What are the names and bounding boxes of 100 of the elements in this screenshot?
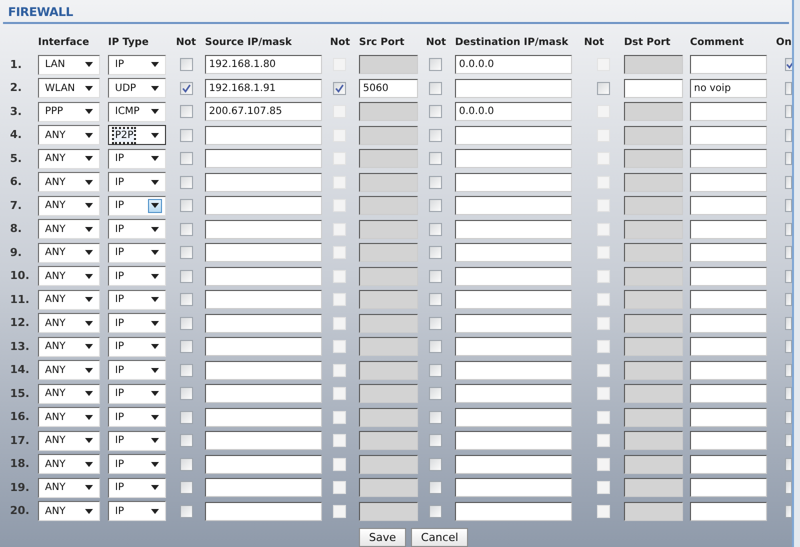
dropdown[interactable]: IP <box>108 290 166 310</box>
checkbox[interactable] <box>785 316 792 330</box>
checkbox[interactable] <box>180 504 193 518</box>
checkbox[interactable] <box>785 82 792 95</box>
input-field[interactable] <box>455 290 572 310</box>
checkbox[interactable] <box>429 293 442 306</box>
input-field[interactable] <box>690 384 767 404</box>
checkbox[interactable] <box>333 82 346 95</box>
input-field[interactable] <box>690 290 767 310</box>
dropdown[interactable]: ANY <box>38 290 100 310</box>
dropdown[interactable]: ANY <box>38 407 100 428</box>
checkbox[interactable] <box>785 152 792 166</box>
checkbox[interactable] <box>180 246 193 260</box>
dropdown[interactable]: UDP <box>108 78 166 98</box>
checkbox[interactable] <box>785 481 792 494</box>
checkbox[interactable] <box>785 128 792 142</box>
checkbox[interactable] <box>785 105 792 118</box>
input-field[interactable] <box>455 78 572 98</box>
dropdown[interactable]: ANY <box>38 266 100 286</box>
checkbox[interactable] <box>429 128 442 142</box>
input-field[interactable] <box>455 384 572 404</box>
input-field[interactable] <box>205 243 322 262</box>
dropdown[interactable]: ANY <box>38 478 100 498</box>
checkbox[interactable] <box>180 128 193 142</box>
dropdown[interactable]: WLAN <box>38 78 100 98</box>
checkbox[interactable] <box>785 504 792 518</box>
input-field[interactable] <box>690 314 767 333</box>
dropdown[interactable]: IP <box>108 478 166 498</box>
dropdown[interactable]: ANY <box>38 501 100 522</box>
input-field[interactable] <box>455 431 572 450</box>
input-field[interactable] <box>690 220 767 239</box>
dropdown[interactable]: IP <box>108 360 166 380</box>
input-field[interactable] <box>690 502 767 521</box>
input-field[interactable] <box>205 478 322 498</box>
input-field[interactable] <box>455 196 572 216</box>
dropdown[interactable]: IP <box>108 336 166 357</box>
input-field[interactable] <box>455 337 572 356</box>
input-field[interactable] <box>455 126 572 145</box>
input-field[interactable] <box>455 220 572 239</box>
input-field[interactable] <box>690 172 767 192</box>
checkbox[interactable] <box>180 410 193 424</box>
checkbox[interactable] <box>429 504 442 518</box>
input-field[interactable] <box>205 196 322 216</box>
dropdown[interactable]: IP <box>108 384 166 404</box>
checkbox[interactable] <box>180 270 193 283</box>
checkbox[interactable] <box>429 246 442 260</box>
dropdown[interactable]: IP <box>108 501 166 522</box>
dropdown[interactable]: IP <box>108 196 166 216</box>
checkbox[interactable] <box>785 176 792 189</box>
input-field[interactable] <box>455 360 572 380</box>
checkbox[interactable] <box>180 176 193 189</box>
input-field[interactable]: 0.0.0.0 <box>455 102 572 122</box>
dropdown[interactable]: IP <box>108 172 166 192</box>
action-button[interactable]: Save <box>359 528 406 547</box>
input-field[interactable] <box>205 454 322 474</box>
input-field[interactable] <box>690 149 767 168</box>
dropdown[interactable]: IP <box>108 148 166 169</box>
checkbox[interactable] <box>597 82 610 95</box>
checkbox[interactable] <box>429 410 442 424</box>
checkbox[interactable] <box>429 199 442 212</box>
checkbox[interactable] <box>429 316 442 330</box>
input-field[interactable] <box>690 196 767 216</box>
input-field[interactable] <box>205 172 322 192</box>
checkbox[interactable] <box>429 340 442 354</box>
checkbox[interactable] <box>429 176 442 189</box>
input-field[interactable] <box>455 502 572 521</box>
checkbox[interactable] <box>429 270 442 283</box>
input-field[interactable] <box>690 408 767 427</box>
dropdown[interactable]: ANY <box>38 454 100 474</box>
checkbox[interactable] <box>785 410 792 424</box>
checkbox[interactable] <box>785 458 792 471</box>
checkbox[interactable] <box>180 199 193 212</box>
input-field[interactable] <box>455 172 572 192</box>
checkbox[interactable] <box>180 340 193 354</box>
checkbox[interactable] <box>180 387 193 400</box>
checkbox[interactable] <box>180 82 193 95</box>
input-field[interactable] <box>690 360 767 380</box>
input-field[interactable] <box>455 478 572 498</box>
input-field[interactable]: 5060 <box>359 78 418 98</box>
input-field[interactable] <box>205 502 322 521</box>
input-field[interactable] <box>624 78 683 98</box>
input-field[interactable] <box>455 408 572 427</box>
input-field[interactable] <box>690 478 767 498</box>
checkbox[interactable] <box>180 316 193 330</box>
dropdown[interactable]: ANY <box>38 219 100 240</box>
dropdown[interactable]: ANY <box>38 336 100 357</box>
dropdown[interactable]: IP <box>108 454 166 474</box>
checkbox[interactable] <box>785 340 792 354</box>
input-field[interactable] <box>690 431 767 450</box>
input-field[interactable] <box>690 55 767 74</box>
action-button[interactable]: Cancel <box>411 528 468 547</box>
input-field[interactable] <box>205 431 322 450</box>
checkbox[interactable] <box>180 458 193 471</box>
dropdown[interactable]: IP <box>108 407 166 428</box>
checkbox[interactable] <box>785 222 792 236</box>
input-field[interactable] <box>690 454 767 474</box>
input-field[interactable] <box>205 220 322 239</box>
input-field[interactable] <box>205 408 322 427</box>
checkbox[interactable] <box>180 152 193 166</box>
checkbox[interactable] <box>429 82 442 95</box>
